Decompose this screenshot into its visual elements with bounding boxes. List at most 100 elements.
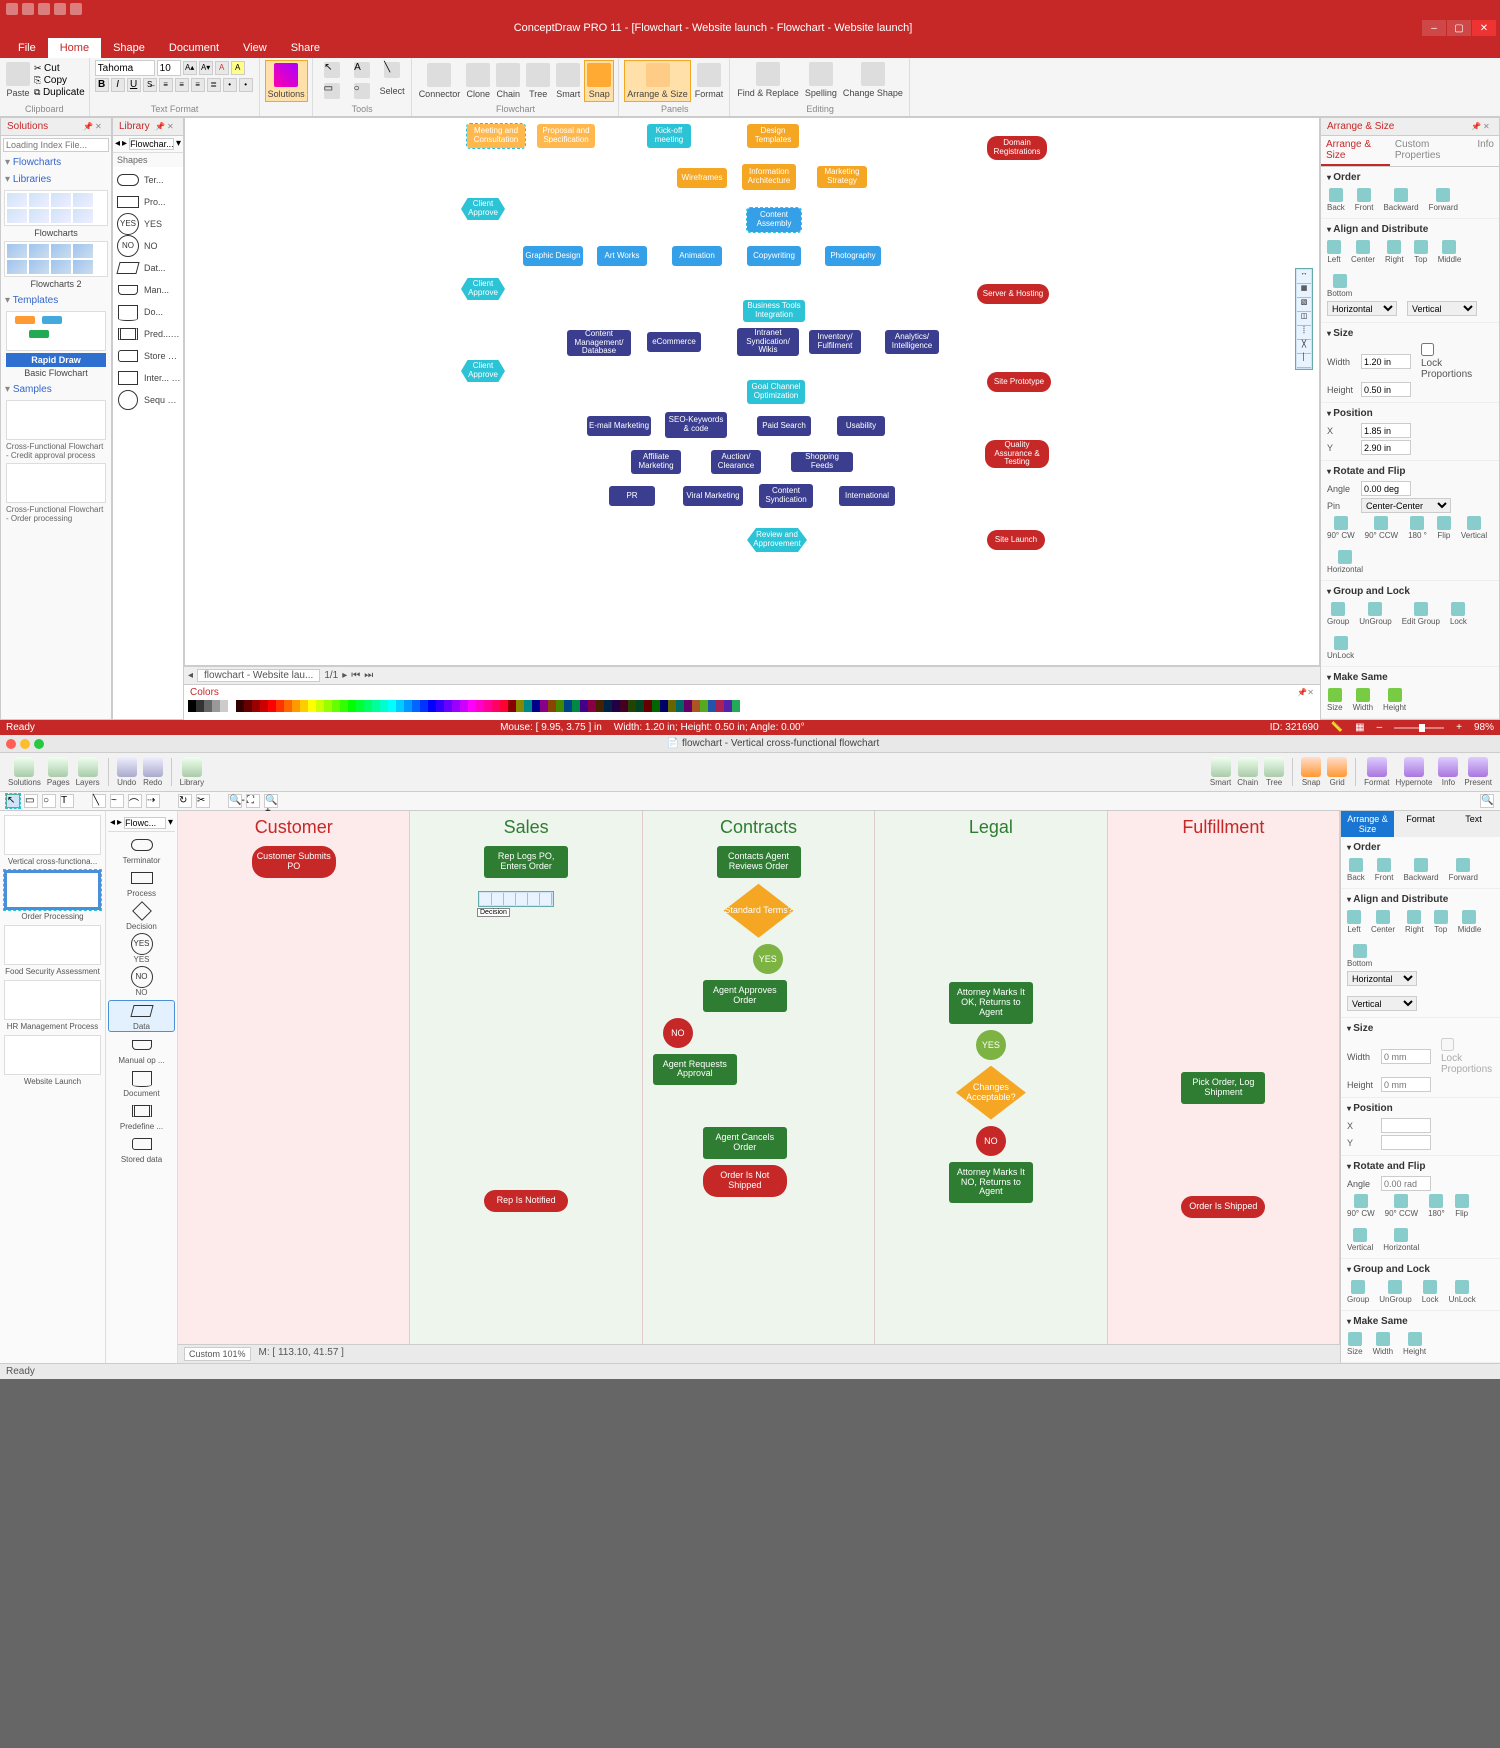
morder-back[interactable]: Back: [1347, 858, 1365, 882]
dist-vert-select[interactable]: Vertical: [1407, 301, 1477, 316]
color-swatch[interactable]: [716, 700, 724, 712]
snap-vert-icon[interactable]: │: [1297, 354, 1311, 368]
color-swatch[interactable]: [516, 700, 524, 712]
color-swatch[interactable]: [700, 700, 708, 712]
cut-button[interactable]: ✂ Cut: [34, 63, 85, 74]
doc-next-icon[interactable]: ▸: [342, 670, 347, 681]
ellipse-tool-button[interactable]: ○: [348, 81, 376, 101]
mac-sol-th-4[interactable]: [4, 1035, 101, 1075]
tb-format[interactable]: Format: [1364, 757, 1389, 787]
dec-tool-5[interactable]: [528, 893, 540, 905]
align-center-button[interactable]: ≡: [175, 78, 189, 92]
node-wireframes[interactable]: Wireframes: [677, 168, 727, 188]
swimlanes-canvas[interactable]: Decision Customer Customer Submits PO Sa…: [178, 811, 1340, 1344]
morder-backward[interactable]: Backward: [1403, 858, 1438, 882]
morder-front[interactable]: Front: [1375, 858, 1394, 882]
tb-present[interactable]: Present: [1464, 757, 1492, 787]
morder-forward[interactable]: Forward: [1449, 858, 1478, 882]
msec-order[interactable]: Order: [1347, 840, 1494, 855]
arrange-size-button[interactable]: Arrange & Size: [624, 60, 691, 102]
shape-stored[interactable]: Store d d...: [115, 345, 181, 367]
editgroup-button[interactable]: Edit Group: [1402, 602, 1440, 626]
color-swatch[interactable]: [596, 700, 604, 712]
mac-sol-th-2[interactable]: [4, 925, 101, 965]
node-biztool[interactable]: Business Tools Integration: [743, 300, 805, 322]
minimize-button[interactable]: –: [1422, 20, 1446, 36]
color-swatch[interactable]: [708, 700, 716, 712]
mac-sol-th-0[interactable]: [4, 815, 101, 855]
node-yes-1[interactable]: YES: [753, 944, 783, 974]
smart-button[interactable]: Smart: [554, 61, 582, 101]
color-swatch[interactable]: [196, 700, 204, 712]
props-pin-icon[interactable]: 📌: [1471, 122, 1481, 132]
malign-top[interactable]: Top: [1434, 910, 1448, 934]
munlock[interactable]: UnLock: [1449, 1280, 1476, 1304]
node-yes-2[interactable]: YES: [976, 1030, 1006, 1060]
find-button[interactable]: Find & Replace: [735, 60, 801, 100]
sec-align[interactable]: Align and Distribute: [1327, 222, 1493, 237]
node-no-1[interactable]: NO: [663, 1018, 693, 1048]
color-swatch[interactable]: [588, 700, 596, 712]
node-inventory[interactable]: Inventory/ Fulfilment: [809, 330, 861, 354]
mac-lib-drop-icon[interactable]: ▾: [168, 817, 173, 829]
color-swatch[interactable]: [436, 700, 444, 712]
node-review[interactable]: Review and Approvement: [747, 528, 807, 552]
sec-size[interactable]: Size: [1327, 326, 1493, 341]
color-swatch[interactable]: [732, 700, 740, 712]
lib-close-icon[interactable]: ✕: [167, 122, 177, 132]
node-marketing[interactable]: Marketing Strategy: [817, 166, 867, 188]
mheight-input[interactable]: [1381, 1077, 1431, 1092]
color-swatch[interactable]: [684, 700, 692, 712]
snap-ctr-icon[interactable]: ╳: [1297, 340, 1311, 354]
color-swatch[interactable]: [500, 700, 508, 712]
color-swatch[interactable]: [428, 700, 436, 712]
x-input[interactable]: [1361, 423, 1411, 438]
prop-tab-info[interactable]: Info: [1472, 136, 1499, 166]
connector-button[interactable]: Connector: [417, 61, 463, 101]
tool-pointer[interactable]: ↖: [6, 794, 20, 808]
color-swatch[interactable]: [492, 700, 500, 712]
mrot-cw[interactable]: 90° CW: [1347, 1194, 1375, 1218]
sample-credit-thumb[interactable]: [6, 400, 106, 440]
color-swatch[interactable]: [348, 700, 356, 712]
align-center-button[interactable]: Center: [1351, 240, 1375, 264]
node-copywriting[interactable]: Copywriting: [747, 246, 801, 266]
my-input[interactable]: [1381, 1135, 1431, 1150]
colors-close-icon[interactable]: ✕: [1307, 688, 1314, 697]
msec-pos[interactable]: Position: [1347, 1101, 1494, 1116]
qat-save-icon[interactable]: [38, 3, 50, 15]
mac-sol-th-3[interactable]: [4, 980, 101, 1020]
align-left-button[interactable]: Left: [1327, 240, 1341, 264]
lib-shapes-tab[interactable]: Shapes: [113, 153, 183, 167]
color-swatch[interactable]: [572, 700, 580, 712]
mrot-ccw[interactable]: 90° CCW: [1385, 1194, 1418, 1218]
node-markok[interactable]: Attorney Marks It OK, Returns to Agent: [949, 982, 1033, 1024]
shape-terminator[interactable]: Ter...: [115, 169, 181, 191]
tab-view[interactable]: View: [231, 38, 279, 58]
color-swatch[interactable]: [300, 700, 308, 712]
cat-flowcharts[interactable]: Flowcharts: [3, 154, 109, 171]
align-top-button[interactable]: Top: [1414, 240, 1428, 264]
node-notshipped[interactable]: Order Is Not Shipped: [703, 1165, 787, 1197]
color-swatch[interactable]: [260, 700, 268, 712]
color-swatch[interactable]: [188, 700, 196, 712]
mshape-no[interactable]: NONO: [108, 967, 175, 997]
dec-tool-3[interactable]: [504, 893, 516, 905]
shrink-font-button[interactable]: A▾: [199, 61, 213, 75]
color-swatch[interactable]: [228, 700, 236, 712]
mgroup[interactable]: Group: [1347, 1280, 1369, 1304]
mshape-process[interactable]: Process: [108, 868, 175, 898]
color-swatch[interactable]: [388, 700, 396, 712]
tb-snap[interactable]: Snap: [1301, 757, 1321, 787]
unlock-button[interactable]: UnLock: [1327, 636, 1354, 660]
color-swatch[interactable]: [604, 700, 612, 712]
cat-templates[interactable]: Templates: [3, 292, 109, 309]
msame-height[interactable]: Height: [1403, 1332, 1426, 1356]
doc-first-icon[interactable]: ⏮: [351, 670, 360, 681]
node-changes[interactable]: Changes Acceptable?: [956, 1066, 1026, 1120]
status-ruler-icon[interactable]: 📏: [1331, 722, 1343, 733]
tb-tree[interactable]: Tree: [1264, 757, 1284, 787]
tool-connector[interactable]: ⇢: [146, 794, 160, 808]
color-swatch[interactable]: [460, 700, 468, 712]
node-cancels[interactable]: Agent Cancels Order: [703, 1127, 787, 1159]
